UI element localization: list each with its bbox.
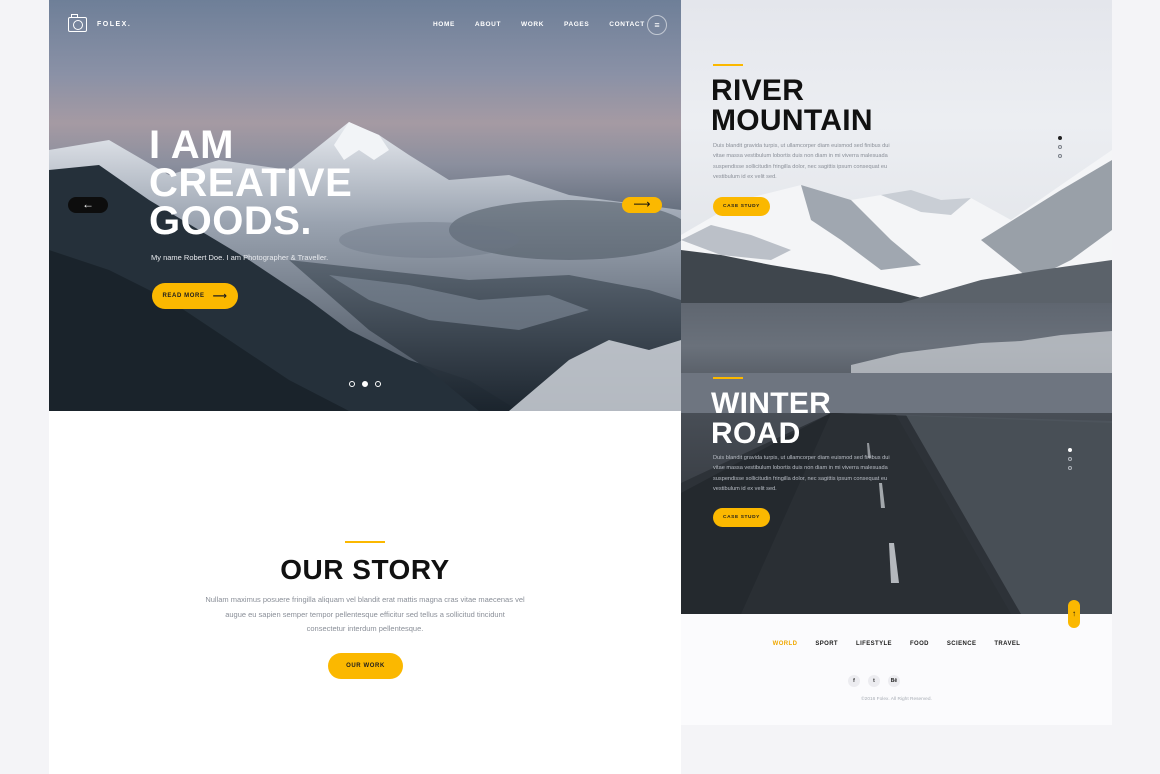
nav-home[interactable]: HOME: [433, 21, 455, 28]
social-links: f t Bē: [848, 675, 900, 687]
pager-dot[interactable]: [1068, 457, 1072, 461]
card-pager: [1058, 136, 1062, 158]
story-title: OUR STORY: [280, 554, 450, 585]
category-travel[interactable]: TRAVEL: [994, 641, 1020, 647]
pager-dot-active[interactable]: [1058, 136, 1062, 140]
read-more-label: READ MORE: [162, 293, 205, 299]
brand-logo[interactable]: FOLEX.: [68, 14, 132, 32]
slider-dot[interactable]: [375, 381, 381, 387]
hero-title: I AM CREATIVE GOODS.: [149, 123, 509, 243]
accent-divider: [345, 541, 385, 543]
slider-prev-button[interactable]: ←: [68, 197, 108, 213]
facebook-icon[interactable]: f: [848, 675, 860, 687]
river-mountain-card: RIVER MOUNTAIN Duis blandit gravida turp…: [681, 0, 1112, 303]
card-title-line: MOUNTAIN: [711, 104, 873, 137]
top-nav: FOLEX. HOME ABOUT WORK PAGES CONTACT ≡: [49, 0, 681, 50]
hamburger-icon[interactable]: ≡: [647, 15, 667, 35]
slider-dot[interactable]: [349, 381, 355, 387]
accent-divider: [713, 64, 743, 66]
arrow-right-icon: ⟶: [212, 290, 228, 302]
card-title: WINTER ROAD: [711, 389, 831, 449]
nav-pages[interactable]: PAGES: [564, 21, 589, 28]
nav-work[interactable]: WORK: [521, 21, 544, 28]
hero-title-line: GOODS.: [149, 199, 313, 243]
slider-next-button[interactable]: ⟶: [622, 197, 662, 213]
card-pager: [1068, 448, 1072, 470]
hero-section: FOLEX. HOME ABOUT WORK PAGES CONTACT ≡ I…: [49, 0, 681, 411]
nav-about[interactable]: ABOUT: [475, 21, 501, 28]
hero-title-line: I AM: [149, 123, 234, 167]
scroll-top-button[interactable]: ↑: [1068, 600, 1080, 628]
category-food[interactable]: FOOD: [910, 641, 929, 647]
copyright-text: ©2016 Folex. All Right Reserved.: [861, 697, 932, 702]
winter-road-card: WINTER ROAD Duis blandit gravida turpis,…: [681, 303, 1112, 614]
brand-name: FOLEX.: [97, 21, 132, 28]
card-title-line: ROAD: [711, 417, 801, 450]
right-panel: RIVER MOUNTAIN Duis blandit gravida turp…: [681, 0, 1112, 725]
card-title: RIVER MOUNTAIN: [711, 76, 873, 136]
pager-dot[interactable]: [1068, 466, 1072, 470]
category-science[interactable]: SCIENCE: [947, 641, 976, 647]
pager-dot[interactable]: [1058, 145, 1062, 149]
category-sport[interactable]: SPORT: [815, 641, 838, 647]
twitter-icon[interactable]: t: [868, 675, 880, 687]
card-title-line: WINTER: [711, 387, 832, 420]
main-menu: HOME ABOUT WORK PAGES CONTACT: [433, 21, 665, 28]
category-world[interactable]: WORLD: [773, 641, 798, 647]
read-more-button[interactable]: READ MORE ⟶: [152, 283, 238, 309]
accent-divider: [713, 377, 743, 379]
behance-icon[interactable]: Bē: [888, 675, 900, 687]
slider-dots: [349, 381, 381, 387]
slider-dot-active[interactable]: [362, 381, 368, 387]
card-title-line: RIVER: [711, 74, 805, 107]
our-work-button[interactable]: OUR WORK: [328, 653, 403, 679]
pager-dot[interactable]: [1058, 154, 1062, 158]
our-story-section: OUR STORY Nullam maximus posuere fringil…: [49, 411, 681, 774]
nav-contact[interactable]: CONTACT: [609, 21, 645, 28]
card-text: Duis blandit gravida turpis, ut ullamcor…: [713, 143, 890, 181]
case-study-button[interactable]: CASE STUDY: [713, 508, 770, 527]
left-panel: FOLEX. HOME ABOUT WORK PAGES CONTACT ≡ I…: [49, 0, 681, 774]
hero-subtitle: My name Robert Doe. I am Photographer & …: [151, 253, 329, 262]
hero-title-line: CREATIVE: [149, 161, 353, 205]
camera-icon: [68, 14, 87, 32]
pager-dot-active[interactable]: [1068, 448, 1072, 452]
card-text: Duis blandit gravida turpis, ut ullamcor…: [713, 455, 890, 493]
story-text: Nullam maximus posuere fringilla aliquam…: [205, 595, 525, 633]
footer-categories: WORLD SPORT LIFESTYLE FOOD SCIENCE TRAVE…: [681, 641, 1112, 647]
case-study-button[interactable]: CASE STUDY: [713, 197, 770, 216]
category-lifestyle[interactable]: LIFESTYLE: [856, 641, 892, 647]
